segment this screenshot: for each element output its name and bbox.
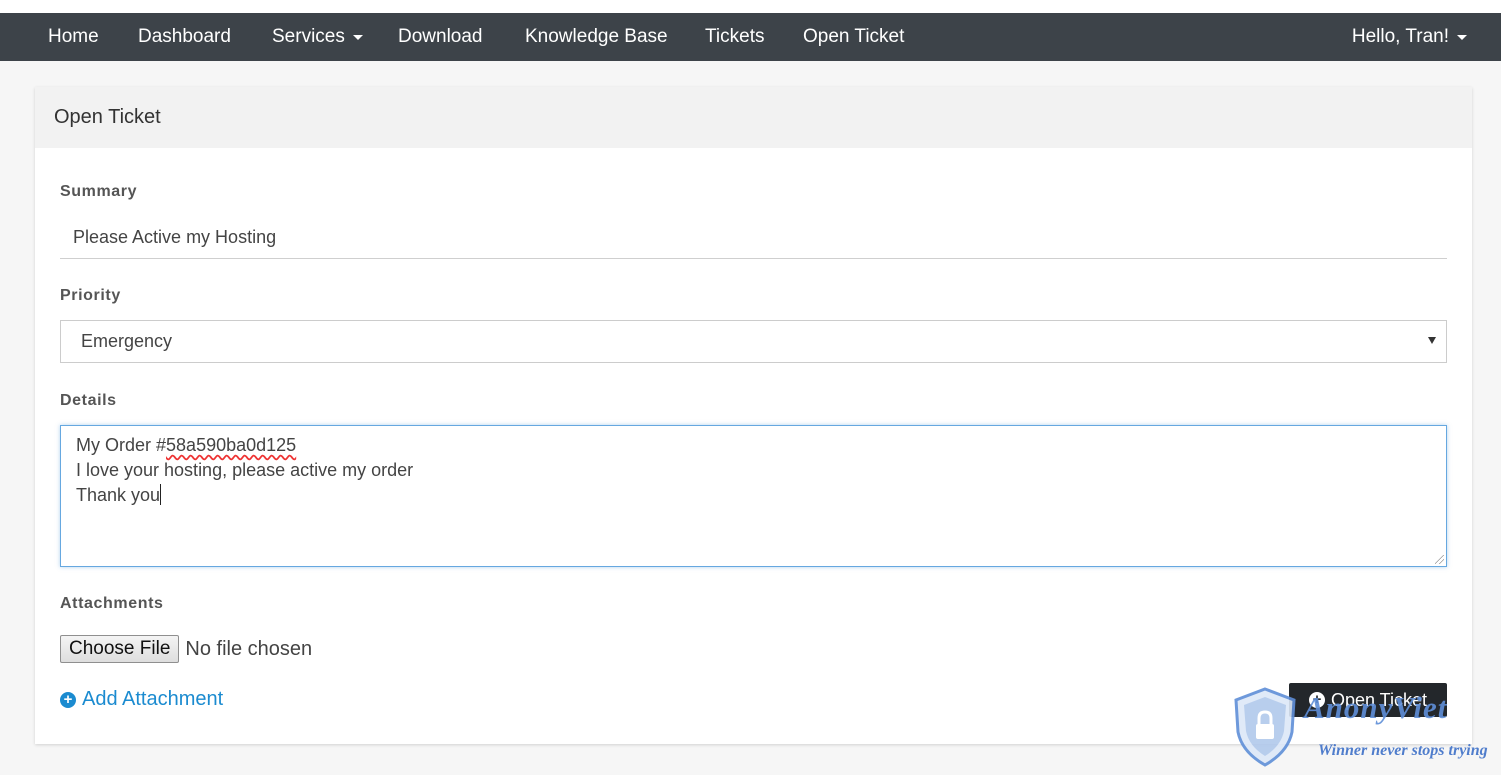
details-label: Details [60, 392, 117, 409]
user-menu[interactable]: Hello, Tran! [1352, 13, 1467, 61]
panel-heading: Open Ticket [35, 87, 1472, 148]
nav-knowledge-base-label: Knowledge Base [525, 26, 668, 47]
caret-down-icon [1457, 34, 1467, 40]
summary-input[interactable] [60, 217, 1447, 259]
nav-home[interactable]: Home [48, 13, 99, 61]
nav-dashboard-label: Dashboard [138, 26, 231, 47]
priority-select[interactable]: Emergency [60, 320, 1447, 363]
nav-services[interactable]: Services [272, 13, 363, 61]
resize-handle-icon[interactable] [1435, 555, 1444, 564]
nav-home-label: Home [48, 26, 99, 47]
details-line-1: My Order #58a590ba0d125 [76, 433, 1431, 458]
add-attachment-link[interactable]: + Add Attachment [60, 688, 223, 711]
nav-download-label: Download [398, 26, 483, 47]
summary-label: Summary [60, 183, 138, 200]
shield-lock-icon [1234, 687, 1296, 767]
watermark-brand: AnonyViet [1304, 690, 1448, 725]
attachments-label: Attachments [60, 595, 164, 612]
details-line-2: I love your hosting, please active my or… [76, 460, 414, 480]
file-status-text: No file chosen [185, 637, 313, 660]
panel-title: Open Ticket [54, 106, 161, 128]
nav-dashboard[interactable]: Dashboard [138, 13, 231, 61]
nav-tickets[interactable]: Tickets [705, 13, 764, 61]
priority-label: Priority [60, 287, 121, 304]
top-strip [0, 0, 1501, 13]
nav-open-ticket[interactable]: Open Ticket [803, 13, 904, 61]
text-caret [160, 484, 162, 505]
choose-file-button[interactable]: Choose File [60, 635, 180, 663]
file-input-row: Choose File No file chosen [60, 635, 312, 663]
caret-down-icon [352, 34, 363, 40]
order-id-text: 58a590ba0d125 [166, 435, 297, 455]
details-line-3: Thank you [76, 483, 1431, 508]
order-prefix-text: My Order # [76, 435, 167, 455]
add-attachment-label: Add Attachment [82, 688, 224, 710]
nav-download[interactable]: Download [398, 13, 483, 61]
watermark-slogan: Winner never stops trying [1318, 742, 1488, 759]
nav-tickets-label: Tickets [705, 26, 765, 47]
details-line-3-text: Thank you [76, 485, 161, 505]
nav-services-label: Services [272, 26, 345, 47]
details-textarea[interactable]: My Order #58a590ba0d125 I love your host… [60, 425, 1447, 567]
top-navbar: Home Dashboard Services Download Knowled… [0, 13, 1501, 61]
user-menu-label: Hello, Tran! [1351, 26, 1449, 47]
dropdown-arrow-icon [1428, 337, 1436, 344]
plus-circle-icon: + [60, 691, 76, 708]
open-ticket-panel: Open Ticket Summary Priority Emergency D… [35, 87, 1472, 744]
watermark: AnonyViet Winner never stops trying [1230, 686, 1500, 768]
priority-selected-value: Emergency [81, 331, 173, 351]
nav-knowledge-base[interactable]: Knowledge Base [525, 13, 668, 61]
nav-open-ticket-label: Open Ticket [803, 26, 905, 47]
